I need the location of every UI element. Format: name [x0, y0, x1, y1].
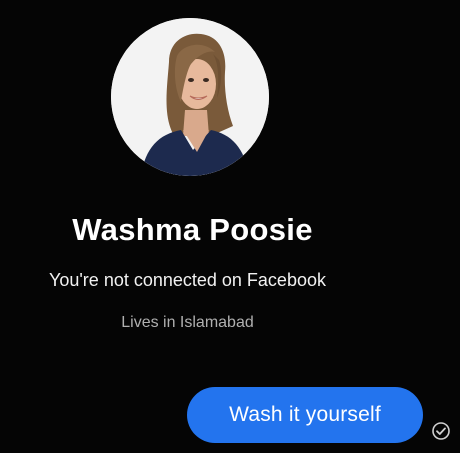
message-text: Wash it yourself — [229, 403, 381, 426]
profile-photo — [111, 18, 269, 176]
sent-check-icon — [431, 421, 451, 441]
profile-avatar[interactable] — [111, 18, 269, 176]
messenger-chat-screen: Washma Poosie You're not connected on Fa… — [0, 0, 460, 453]
profile-name: Washma Poosie — [72, 212, 313, 247]
profile-location: Lives in Islamabad — [121, 314, 254, 331]
outgoing-message-bubble[interactable]: Wash it yourself — [187, 387, 423, 443]
connection-status-text: You're not connected on Facebook — [49, 270, 326, 290]
